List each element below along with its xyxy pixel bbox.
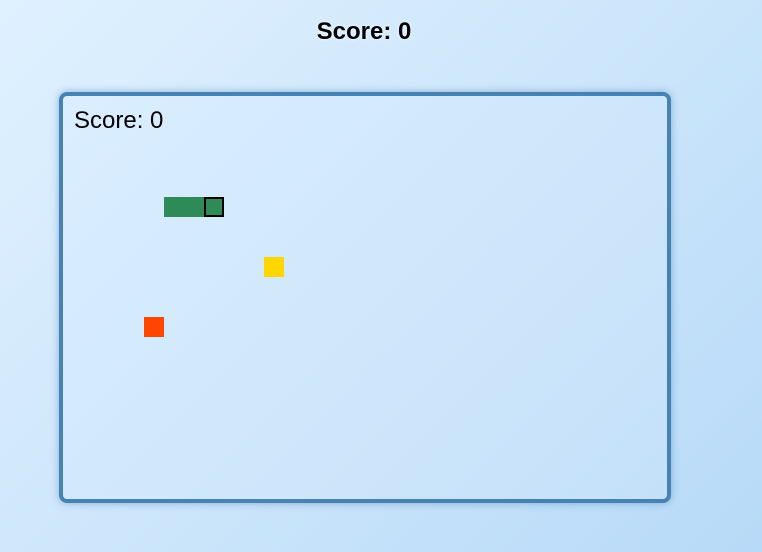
top-score-label: Score: 0 bbox=[316, 18, 412, 45]
snake-body-segment bbox=[164, 197, 184, 217]
bonus-item bbox=[144, 317, 164, 337]
food-item bbox=[264, 257, 284, 277]
board-score-label: Score: 0 bbox=[74, 107, 164, 134]
game-board[interactable]: Score: 0 bbox=[59, 92, 671, 503]
snake-body-segment bbox=[184, 197, 204, 217]
snake-head bbox=[204, 197, 224, 217]
